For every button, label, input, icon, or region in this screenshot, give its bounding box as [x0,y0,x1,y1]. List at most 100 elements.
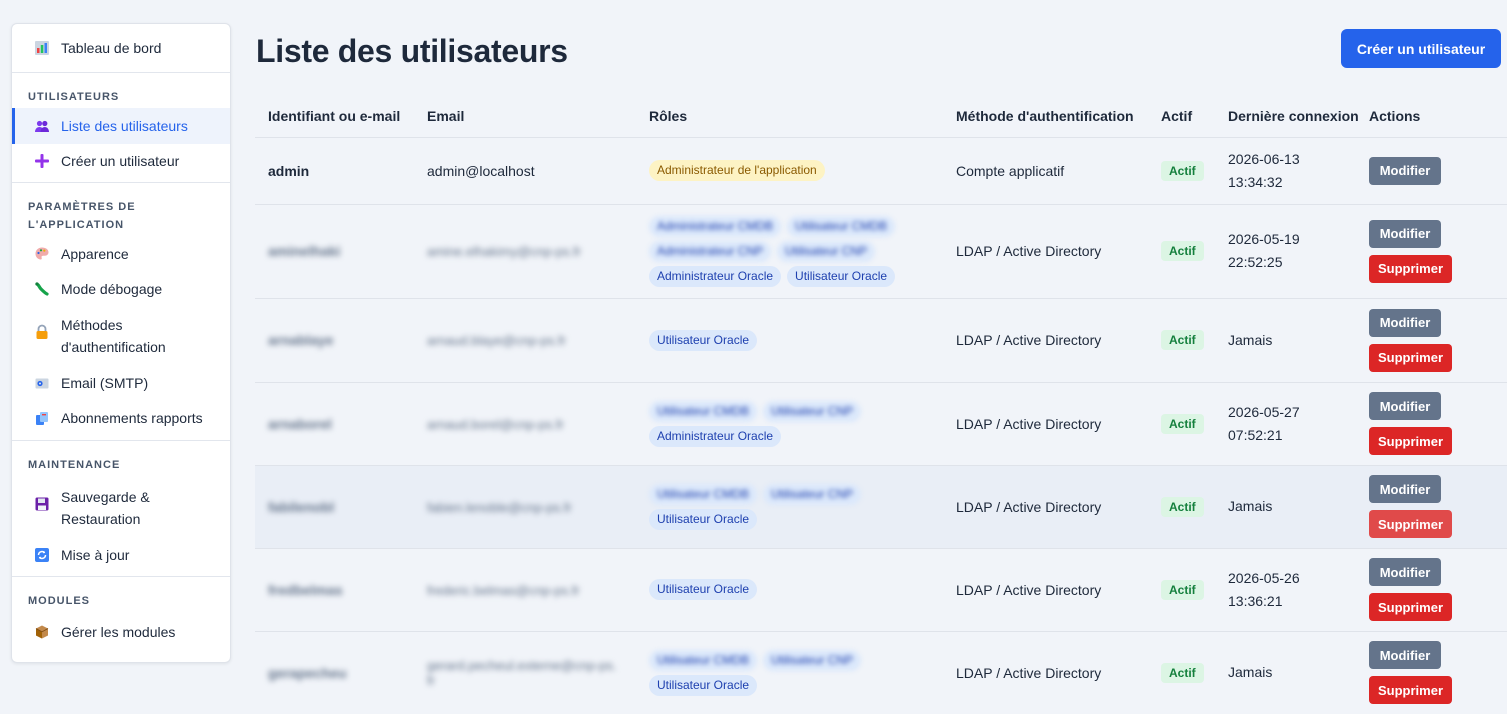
user-email: arnaud.borel@cnp-ps.fr [427,416,564,432]
sidebar-item-backup-restore[interactable]: Sauvegarde & Restauration [12,479,230,537]
login-cell: fredbelmas [255,548,414,632]
last-login-date: Jamais [1228,331,1273,348]
role-badge: Utilisateur CNP [763,649,862,671]
login-cell: admin [255,137,414,205]
user-login: aminelhaki [268,243,341,259]
sidebar-item-appearance[interactable]: Apparence [12,238,230,273]
delete-user-button[interactable]: Supprimer [1369,510,1452,538]
status-badge: Actif [1161,413,1204,434]
sidebar-item-user-list[interactable]: Liste des utilisateurs [12,107,230,144]
role-badge: Utilisateur CNP [763,483,862,505]
user-email: frederic.belmas@cnp-ps.fr [427,582,580,598]
email-cell: gerard.pecheul.externe@cnp-ps.fr [414,631,636,714]
role-badge: Utilisateur Oracle [649,329,758,351]
user-email: admin@localhost [427,162,535,179]
sidebar: Tableau de bord UTILISATEURS Liste des u… [11,23,231,663]
lock-icon [34,324,50,340]
role-badge: Administrateur Oracle [649,425,782,447]
delete-user-button[interactable]: Supprimer [1369,343,1452,372]
auth-method-cell: LDAP / Active Directory [943,631,1148,714]
palette-icon [34,246,50,262]
page-title: Liste des utilisateurs [256,33,568,69]
column-header-login: Identifiant ou e-mail [255,95,414,138]
email-cell: fabien.lenoble@cnp-ps.fr [414,465,636,549]
user-login: admin [268,162,310,179]
delete-user-button[interactable]: Supprimer [1369,593,1452,621]
sidebar-item-debug-mode[interactable]: Mode débogage [12,272,230,308]
auth-method-cell: LDAP / Active Directory [943,465,1148,549]
sidebar-item-label: Méthodes d'authentification [61,316,166,356]
edit-user-button[interactable]: Modifier [1369,156,1441,185]
section-heading: PARAMÈTRES DE L'APPLICATION [28,200,136,231]
column-header-roles: Rôles [636,95,943,138]
table-row: arnablaye arnaud.blaye@cnp-ps.fr Utilisate… [255,298,1507,383]
last-login-cell: Jamais [1215,465,1369,549]
role-badge: Utilisateur Oracle [649,674,758,696]
role-badge: Administrateur CMDB [649,215,782,237]
sidebar-item-update[interactable]: Mise à jour [12,537,230,577]
sidebar-item-label: Email (SMTP) [61,374,149,391]
active-cell: Actif [1148,204,1215,299]
section-heading: UTILISATEURS [28,90,120,103]
email-cell: arnaud.blaye@cnp-ps.fr [414,298,636,383]
edit-user-button[interactable]: Modifier [1369,641,1441,669]
auth-method-cell: LDAP / Active Directory [943,298,1148,383]
last-login-date: Jamais [1228,664,1273,680]
role-badge: Utilisateur Oracle [649,579,758,600]
last-login-date: 2026-06-13 [1228,150,1300,167]
email-cell: amine.elhakimy@cnp-ps.fr [414,204,636,299]
login-cell: fabilenobl [255,465,414,549]
edit-user-button[interactable]: Modifier [1369,558,1441,586]
email-cell: arnaud.borel@cnp-ps.fr [414,382,636,466]
sidebar-item-label: Créer un utilisateur [61,153,180,169]
package-icon [34,624,50,640]
plus-icon [34,153,50,169]
active-cell: Actif [1148,631,1215,714]
delete-user-button[interactable]: Supprimer [1369,254,1452,283]
roles-cell: Administrateur CMDB Utilisateur CMDB Admin… [636,204,943,299]
edit-user-button[interactable]: Modifier [1369,308,1441,337]
roles-cell: Utilisateur Oracle [636,298,943,383]
column-header-email: Email [414,95,636,138]
email-cell: frederic.belmas@cnp-ps.fr [414,548,636,632]
bar-chart-icon [34,40,50,56]
delete-user-button[interactable]: Supprimer [1369,427,1452,455]
actions-cell: Modifier [1369,137,1507,205]
edit-user-button[interactable]: Modifier [1369,392,1441,420]
status-badge: Actif [1161,160,1204,181]
sidebar-item-report-subscriptions[interactable]: Abonnements rapports [12,401,230,440]
actions-cell: Modifier Supprimer [1369,631,1507,714]
role-badge: Administrateur de l'application [649,160,825,181]
floppy-disk-icon [34,496,50,512]
sidebar-item-manage-modules[interactable]: Gérer les modules [12,615,230,654]
sidebar-item-label: Liste des utilisateurs [61,117,188,134]
user-login: fredbelmas [268,581,343,598]
last-login-date: 2026-05-19 [1228,231,1300,247]
email-cell: admin@localhost [414,137,636,205]
refresh-icon [34,547,50,563]
last-login-time: 13:34:32 [1228,173,1283,190]
sidebar-item-dashboard[interactable]: Tableau de bord [12,24,230,72]
user-login: gerapecheu [268,664,347,681]
active-cell: Actif [1148,465,1215,549]
sidebar-item-auth-methods[interactable]: Méthodes d'authentification [12,308,230,365]
edit-user-button[interactable]: Modifier [1369,219,1441,248]
section-heading: MAINTENANCE [28,458,121,471]
auth-method-cell: LDAP / Active Directory [943,382,1148,466]
sidebar-item-create-user[interactable]: Créer un utilisateur [12,144,230,182]
active-cell: Actif [1148,548,1215,632]
reports-icon [34,410,50,426]
section-heading: MODULES [28,595,90,607]
edit-user-button[interactable]: Modifier [1369,475,1441,503]
delete-user-button[interactable]: Supprimer [1369,676,1452,704]
table-row: aminelhaki amine.elhakimy@cnp-ps.fr Admini… [255,204,1507,299]
sidebar-item-label: Sauvegarde & Restauration [61,488,150,528]
table-row: arnaborel arnaud.borel@cnp-ps.fr Utilisate… [255,382,1507,466]
users-table: Identifiant ou e-mail Email Rôles Méthod… [255,95,1507,714]
role-badge: Utilisateur CMDB [787,215,896,237]
create-user-button[interactable]: Créer un utilisateur [1341,29,1501,68]
table-header-row: Identifiant ou e-mail Email Rôles Méthod… [255,95,1507,138]
auth-method-cell: LDAP / Active Directory [943,548,1148,632]
status-badge: Actif [1161,662,1204,683]
sidebar-item-email-smtp[interactable]: Email (SMTP) [12,365,230,402]
